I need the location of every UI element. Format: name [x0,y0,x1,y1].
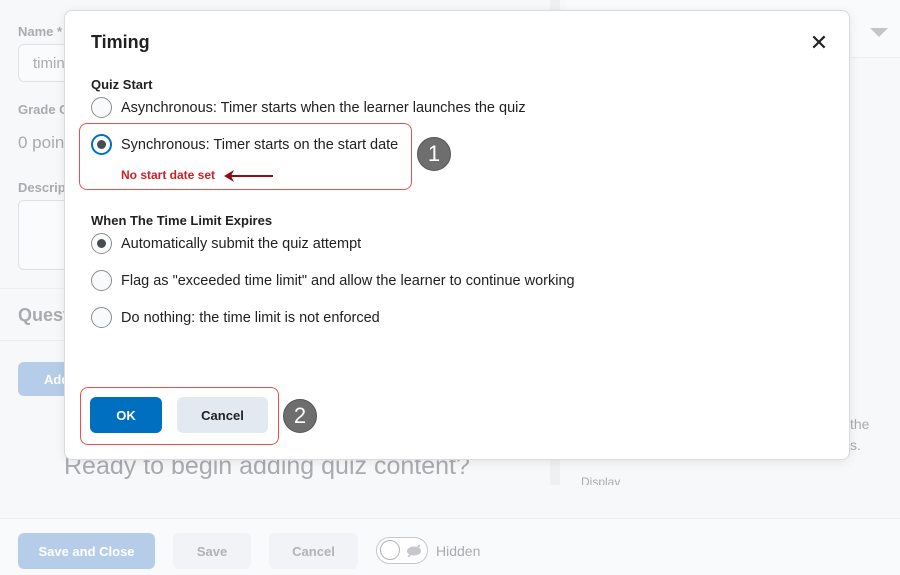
name-label: Name * [18,24,63,39]
right-panel-text-2: s. [850,437,861,453]
right-panel-text: the [850,416,870,432]
cancel-button[interactable]: Cancel [269,533,358,569]
visibility-toggle[interactable] [376,537,428,564]
right-panel-label: Display [581,475,621,485]
radio-label: Flag as "exceeded time limit" and allow … [121,273,575,289]
radio-flag-exceeded[interactable] [91,270,112,291]
close-icon[interactable]: ✕ [809,32,829,54]
eye-off-icon [407,544,421,558]
time-limit-heading: When The Time Limit Expires [91,213,273,228]
save-button[interactable]: Save [173,533,251,569]
callout-badge-1: 1 [417,137,451,171]
callout-box-2 [80,387,279,445]
footer-bar: Save and Close Save Cancel Hidden [0,518,900,575]
radio-do-nothing[interactable] [91,307,112,328]
radio-asynchronous[interactable] [91,97,112,118]
dialog-title: Timing [91,32,150,52]
timing-dialog: Timing ✕ Quiz Start Asynchronous: Timer … [64,10,850,460]
visibility-label: Hidden [436,543,481,559]
chevron-down-icon[interactable] [870,28,888,37]
quiz-start-heading: Quiz Start [91,77,153,92]
callout-box-1 [79,123,412,190]
callout-badge-2: 2 [283,399,317,433]
radio-label: Automatically submit the quiz attempt [121,236,362,252]
radio-label: Do nothing: the time limit is not enforc… [121,310,380,326]
radio-label: Asynchronous: Timer starts when the lear… [121,100,526,116]
radio-auto-submit[interactable] [91,233,112,254]
save-and-close-button[interactable]: Save and Close [18,533,155,569]
